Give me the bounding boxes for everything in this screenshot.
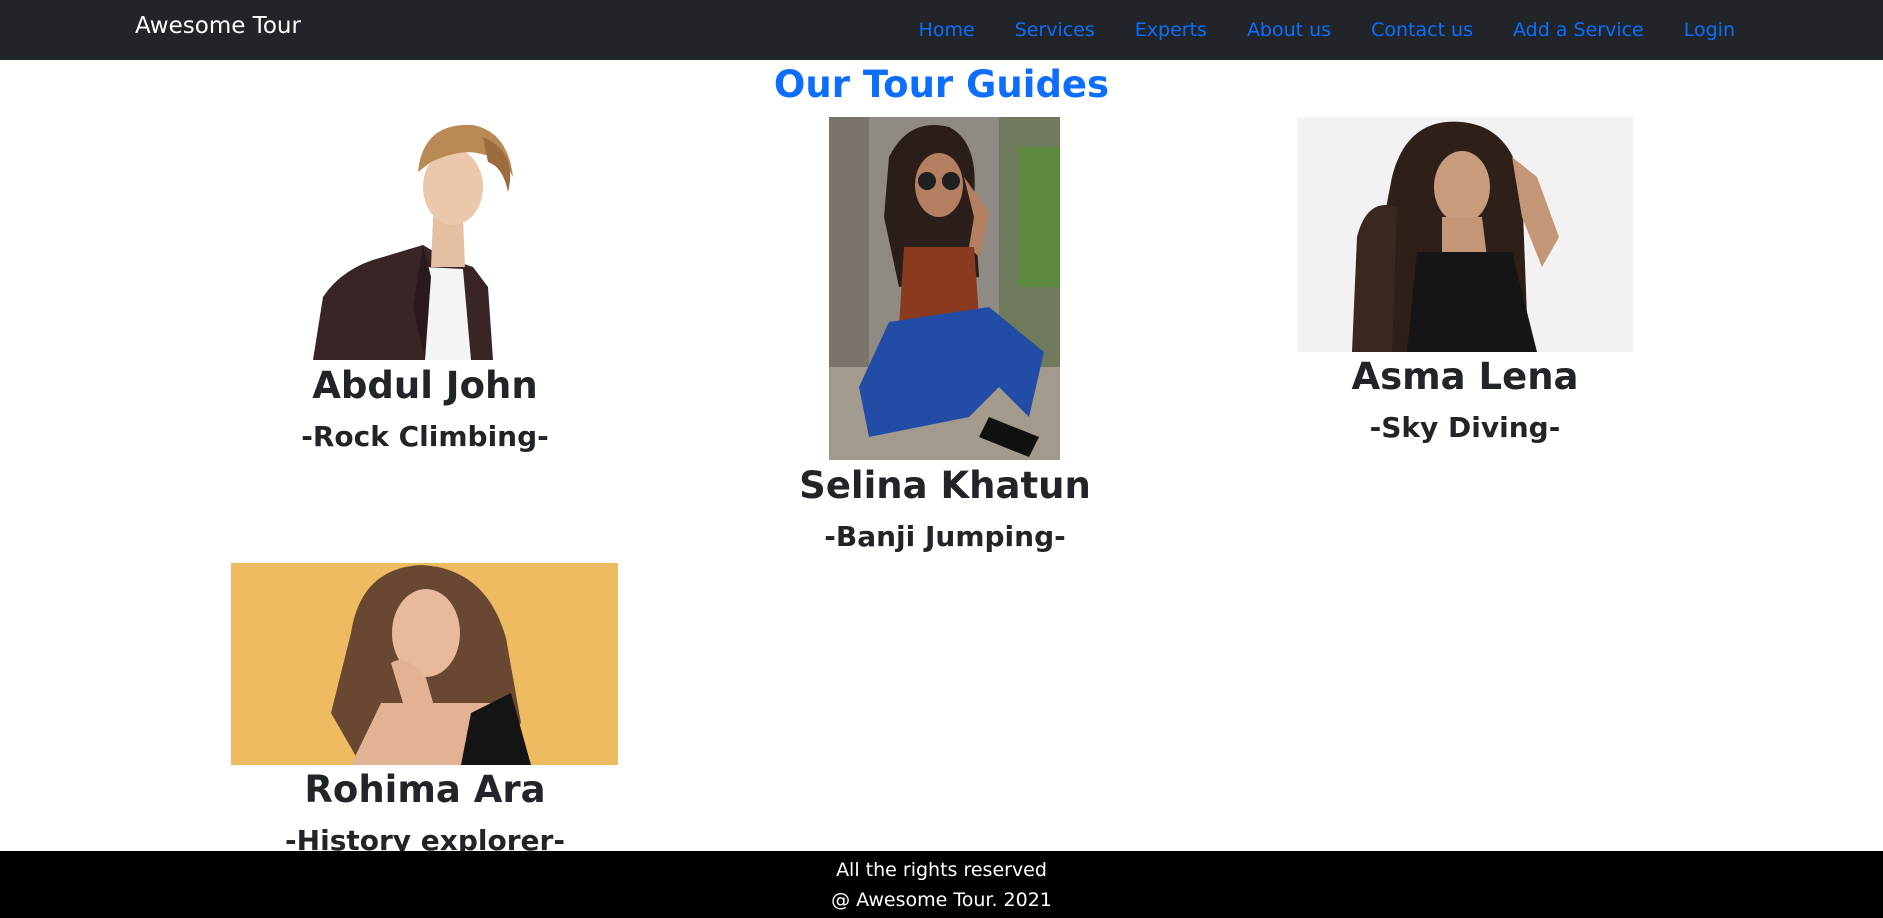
guide-specialty: -Rock Climbing- — [301, 420, 549, 453]
guide-card: Abdul John -Rock Climbing- — [230, 117, 620, 467]
footer-copyright-text: @ Awesome Tour. 2021 — [831, 889, 1052, 911]
guide-name: Rohima Ara — [304, 768, 546, 811]
guide-photo — [231, 563, 618, 765]
footer: All the rights reserved @ Awesome Tour. … — [0, 851, 1883, 918]
brand-link[interactable]: Awesome Tour — [135, 12, 301, 40]
guide-photo — [829, 117, 1060, 460]
guide-specialty: -Sky Diving- — [1369, 411, 1561, 444]
guide-card: Rohima Ara -History explorer- — [230, 563, 620, 851]
guide-name: Selina Khatun — [799, 464, 1091, 507]
guide-name: Abdul John — [312, 364, 538, 407]
nav-link-home[interactable]: Home — [919, 19, 975, 41]
nav-link-services[interactable]: Services — [1015, 19, 1095, 41]
footer-rights-text: All the rights reserved — [836, 859, 1047, 881]
guide-photo — [313, 117, 548, 360]
nav-link-contact-us[interactable]: Contact us — [1371, 19, 1473, 41]
nav-link-experts[interactable]: Experts — [1135, 19, 1207, 41]
page-title: Our Tour Guides — [773, 63, 1110, 106]
guide-specialty: -Banji Jumping- — [824, 520, 1066, 553]
guide-card: Selina Khatun -Banji Jumping- — [760, 117, 1130, 567]
nav-link-about-us[interactable]: About us — [1247, 19, 1331, 41]
nav-link-add-service[interactable]: Add a Service — [1513, 19, 1644, 41]
guide-card: Asma Lena -Sky Diving- — [1270, 117, 1660, 467]
guide-photo — [1297, 117, 1633, 352]
nav-links: Home Services Experts About us Contact u… — [879, 0, 1735, 60]
navbar: Awesome Tour Home Services Experts About… — [0, 0, 1883, 60]
nav-link-login[interactable]: Login — [1684, 19, 1735, 41]
guide-specialty: -History explorer- — [285, 824, 565, 851]
guide-name: Asma Lena — [1351, 355, 1579, 398]
